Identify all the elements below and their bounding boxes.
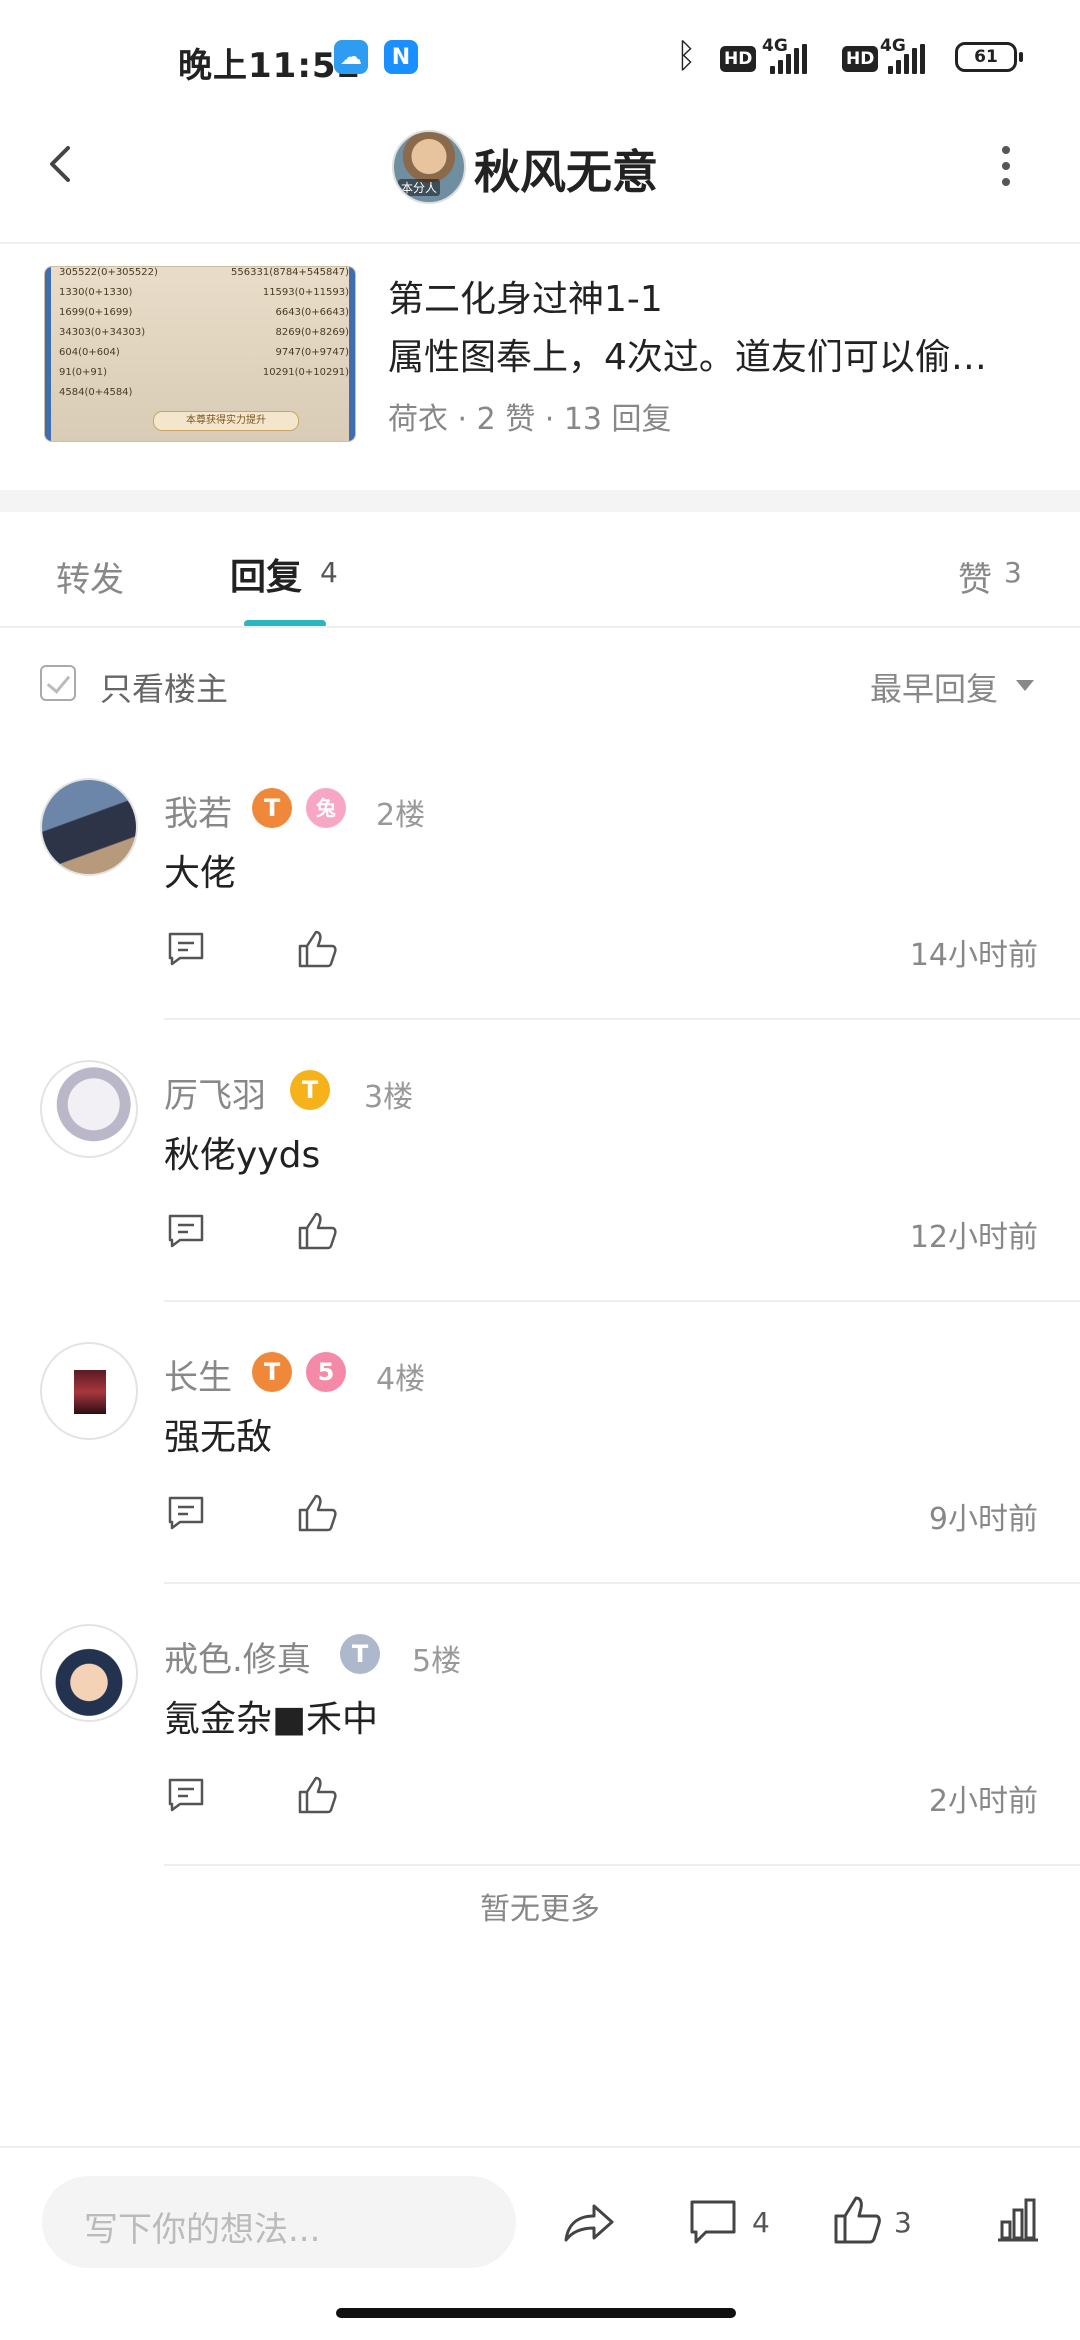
post-meta: 荷衣 · 2 赞 · 13 回复 xyxy=(388,402,672,437)
tab-like-count: 3 xyxy=(1004,556,1022,589)
sort-dropdown[interactable]: 最早回复 xyxy=(870,664,998,710)
comment-item: 戒色.修真 T 5楼 氪金杂■禾中 2小时前 xyxy=(0,1624,1080,1906)
like-count: 3 xyxy=(894,2206,912,2239)
commenter-name[interactable]: 长生 xyxy=(164,1350,232,1399)
thumb-cell: 6643(0+6643) xyxy=(275,307,349,318)
thumb-cell: 91(0+91) xyxy=(59,367,107,378)
commenter-avatar[interactable] xyxy=(40,1342,138,1440)
comment-text: 秋佬yyds xyxy=(164,1135,321,1176)
like-icon[interactable] xyxy=(296,1210,338,1252)
comment-divider xyxy=(164,1018,1080,1020)
like-icon[interactable] xyxy=(296,928,338,970)
rabbit-badge: 兔 xyxy=(306,788,346,828)
comment-time: 14小时前 xyxy=(909,938,1038,973)
status-bar: 晚上11:52 ☁ N ᛒ HD 4G HD 4G 61 xyxy=(0,0,1080,112)
home-indicator[interactable] xyxy=(336,2308,736,2318)
thumb-cell: 305522(0+305522) xyxy=(59,267,158,278)
thumb-cell: 604(0+604) xyxy=(59,347,120,358)
tab-like[interactable]: 赞 xyxy=(958,552,992,601)
comment-divider xyxy=(164,1300,1080,1302)
author-avatar[interactable]: 本分人 xyxy=(392,130,466,204)
comment-time: 2小时前 xyxy=(928,1784,1038,1819)
thumb-cell: 4584(0+4584) xyxy=(59,387,133,398)
thumb-cell: 1699(0+1699) xyxy=(59,307,133,318)
hd-badge: HD xyxy=(720,46,757,72)
thumb-cell: 1330(0+1330) xyxy=(59,287,133,298)
page-title: 秋风无意 xyxy=(474,145,658,199)
pink-badge: 5 xyxy=(306,1352,346,1392)
like-icon[interactable] xyxy=(296,1774,338,1816)
tab-forward[interactable]: 转发 xyxy=(56,552,124,601)
no-more-label: 暂无更多 xyxy=(480,1892,600,1927)
tab-reply-count: 4 xyxy=(320,556,338,589)
thumb-cell: 8269(0+8269) xyxy=(275,327,349,338)
battery-icon: 61 xyxy=(955,42,1023,72)
thumb-cell: 11593(0+11593) xyxy=(262,287,349,298)
comment-text: 氪金杂■禾中 xyxy=(164,1699,379,1740)
post-thumbnail[interactable]: 305522(0+305522) 556331(8784+545847) 1330… xyxy=(44,266,356,442)
comment-input-placeholder[interactable]: 写下你的想法... xyxy=(84,2202,320,2251)
hd-badge-2: HD xyxy=(842,46,879,72)
comment-text: 大佬 xyxy=(164,853,237,894)
thumb-cell: 34303(0+34303) xyxy=(59,327,146,338)
level-badge: T xyxy=(252,1352,292,1392)
avatar-tag: 本分人 xyxy=(398,179,441,196)
only-host-label[interactable]: 只看楼主 xyxy=(100,664,228,710)
level-badge: T xyxy=(252,788,292,828)
level-badge: T xyxy=(340,1634,380,1674)
stats-icon[interactable] xyxy=(992,2194,1042,2246)
more-options-icon[interactable] xyxy=(996,146,1016,186)
share-icon[interactable] xyxy=(562,2196,616,2248)
signal-icon-2 xyxy=(888,44,925,74)
n-app-icon: N xyxy=(384,40,418,74)
comment-text: 强无敌 xyxy=(164,1417,273,1458)
post-description[interactable]: 属性图奉上，4次过。道友们可以偷… xyxy=(388,328,987,380)
commenter-name[interactable]: 厉飞羽 xyxy=(164,1068,266,1117)
bottom-bar-divider xyxy=(0,2146,1080,2148)
commenter-avatar[interactable] xyxy=(40,778,138,876)
signal-icon xyxy=(770,44,807,74)
only-host-checkbox[interactable] xyxy=(40,665,76,701)
thumb-cell: 9747(0+9747) xyxy=(275,347,349,358)
section-gap xyxy=(0,490,1080,512)
thumb-cell: 556331(8784+545847) xyxy=(231,267,349,278)
comment-icon[interactable] xyxy=(688,2196,738,2248)
chevron-down-icon[interactable] xyxy=(1016,680,1034,691)
comment-divider xyxy=(164,1582,1080,1584)
reply-icon[interactable] xyxy=(166,1212,206,1250)
commenter-avatar[interactable] xyxy=(40,1624,138,1722)
comment-time: 12小时前 xyxy=(909,1220,1038,1255)
floor-label: 5楼 xyxy=(412,1644,462,1679)
reply-icon[interactable] xyxy=(166,1494,206,1532)
post-title[interactable]: 第二化身过神1-1 xyxy=(388,270,663,322)
bluetooth-icon: ᛒ xyxy=(676,36,697,76)
floor-label: 2楼 xyxy=(376,798,426,833)
comment-count: 4 xyxy=(752,2206,770,2239)
commenter-name[interactable]: 戒色.修真 xyxy=(164,1632,311,1681)
header-divider xyxy=(0,242,1080,244)
like-icon[interactable] xyxy=(296,1492,338,1534)
level-badge: T xyxy=(290,1070,330,1110)
cloud-icon: ☁ xyxy=(334,40,368,74)
comment-time: 9小时前 xyxy=(928,1502,1038,1537)
thumb-banner: 本尊获得实力提升 xyxy=(153,411,299,431)
floor-label: 3楼 xyxy=(364,1080,414,1115)
commenter-name[interactable]: 我若 xyxy=(164,786,232,835)
like-icon[interactable] xyxy=(832,2194,882,2246)
reply-icon[interactable] xyxy=(166,1776,206,1814)
comment-item: 长生 T 5 4楼 强无敌 9小时前 xyxy=(0,1342,1080,1624)
comment-item: 我若 T 兔 2楼 大佬 14小时前 xyxy=(0,778,1080,1060)
floor-label: 4楼 xyxy=(376,1362,426,1397)
thumb-cell: 10291(0+10291) xyxy=(262,367,349,378)
battery-level: 61 xyxy=(974,47,998,67)
tabs-divider xyxy=(0,626,1080,628)
tab-reply[interactable]: 回复 xyxy=(230,548,302,600)
reply-icon[interactable] xyxy=(166,930,206,968)
comment-item: 厉飞羽 T 3楼 秋佬yyds 12小时前 xyxy=(0,1060,1080,1342)
commenter-avatar[interactable] xyxy=(40,1060,138,1158)
back-icon[interactable] xyxy=(38,140,86,188)
comment-divider xyxy=(164,1864,1080,1866)
